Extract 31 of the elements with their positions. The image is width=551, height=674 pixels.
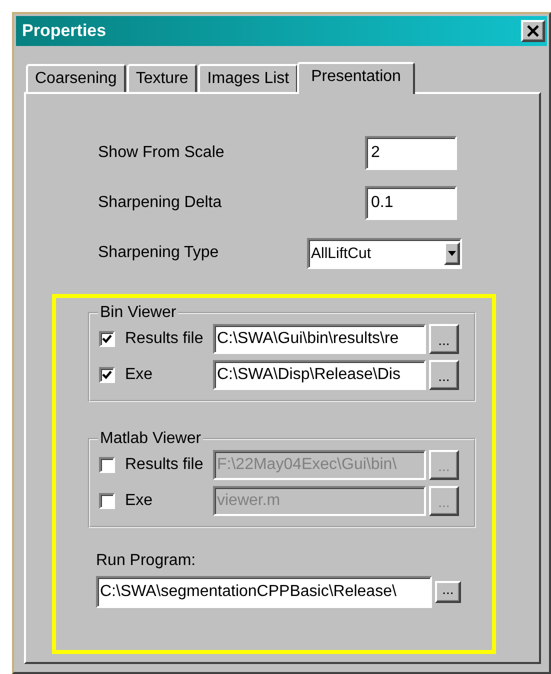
checkbox[interactable] xyxy=(99,331,115,347)
browse-button[interactable]: ... xyxy=(429,360,459,390)
tab[interactable]: Texture xyxy=(126,64,198,92)
text-field[interactable]: 2 xyxy=(365,136,457,170)
tab[interactable]: Presentation xyxy=(297,62,415,94)
dropdown[interactable]: AllLiftCut xyxy=(307,238,462,268)
dropdown-arrow-icon xyxy=(448,250,456,256)
check-icon xyxy=(102,334,112,344)
field-label: Run Program: xyxy=(96,552,197,570)
browse-button[interactable]: ... xyxy=(429,324,459,354)
checkbox-label: Results file xyxy=(125,456,204,474)
group-title: Matlab Viewer xyxy=(99,430,202,448)
path-field[interactable]: C:\SWA\Gui\bin\results\re xyxy=(213,324,426,354)
checkbox[interactable] xyxy=(99,367,115,383)
check-icon xyxy=(102,370,112,380)
close-button[interactable] xyxy=(521,20,545,42)
close-icon xyxy=(526,25,540,37)
field-label: Sharpening Delta xyxy=(98,194,222,212)
checkbox-label: Exe xyxy=(125,492,154,510)
tab[interactable]: Coarsening xyxy=(26,64,126,92)
text-field[interactable]: 0.1 xyxy=(365,186,457,220)
group-title: Bin Viewer xyxy=(99,304,178,322)
browse-button[interactable]: ... xyxy=(435,581,461,603)
path-field[interactable]: C:\SWA\Disp\Release\Dis xyxy=(213,360,426,390)
tab[interactable]: Images List xyxy=(198,64,298,92)
window-title: Properties xyxy=(22,21,106,41)
path-field[interactable]: C:\SWA\segmentationCPPBasic\Release\ xyxy=(96,576,432,608)
checkbox-label: Results file xyxy=(125,330,204,348)
field-label: Sharpening Type xyxy=(98,244,219,262)
field-label: Show From Scale xyxy=(98,144,224,162)
checkbox-label: Exe xyxy=(125,366,154,384)
